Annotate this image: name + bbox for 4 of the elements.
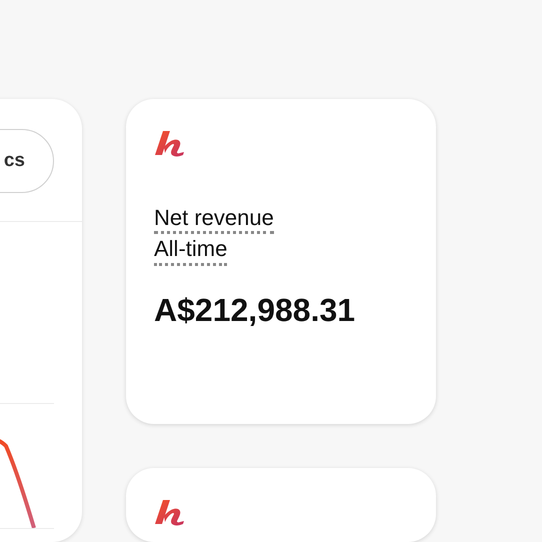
metric-value: A$212,988.31 xyxy=(154,290,356,330)
metric-label: Net revenue xyxy=(154,205,274,234)
tab-button[interactable]: cs xyxy=(0,129,54,193)
period-label: All-time xyxy=(154,236,228,266)
